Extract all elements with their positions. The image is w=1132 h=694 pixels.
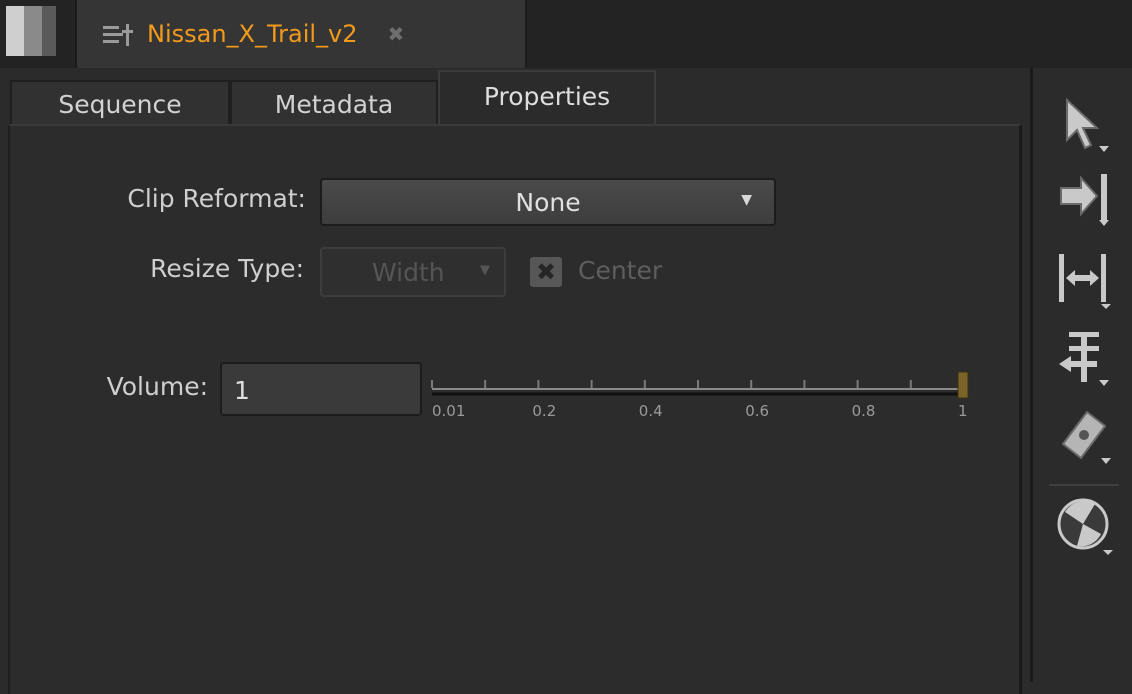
property-tabs: Sequence Metadata Properties <box>0 68 1030 126</box>
clip-reformat-dropdown[interactable]: None ▼ <box>320 178 776 226</box>
chevron-down-icon: ▼ <box>480 263 490 278</box>
close-icon[interactable]: ✖ <box>388 22 405 46</box>
razor-icon[interactable] <box>1053 404 1115 466</box>
slider-tick-labels: 0.01 0.2 0.4 0.6 0.8 1 <box>432 402 968 420</box>
select-arrow-icon[interactable] <box>1053 94 1115 156</box>
chevron-down-icon: ▼ <box>741 192 752 208</box>
slider-tick-label: 0.8 <box>852 402 876 420</box>
slider-tick-label: 0.01 <box>432 402 465 420</box>
slider-tick-label: 0.2 <box>532 402 556 420</box>
center-label: Center <box>578 256 663 285</box>
toolbar-separator <box>1049 484 1119 486</box>
document-tab[interactable]: Nissan_X_Trail_v2 ✖ <box>75 0 527 68</box>
tab-properties[interactable]: Properties <box>438 70 656 126</box>
center-checkbox[interactable]: ✖ <box>530 257 562 287</box>
resize-type-label: Resize Type: <box>150 254 304 283</box>
slip-icon[interactable] <box>1053 248 1115 310</box>
slider-tick-label: 1 <box>958 402 968 420</box>
slider-tick-label: 0.4 <box>639 402 663 420</box>
slider-tick-label: 0.6 <box>745 402 769 420</box>
tab-metadata[interactable]: Metadata <box>230 80 438 126</box>
track-select-icon[interactable] <box>1053 166 1115 228</box>
tab-sequence[interactable]: Sequence <box>10 80 230 126</box>
document-tab-title: Nissan_X_Trail_v2 <box>147 20 358 48</box>
slider-handle[interactable] <box>957 371 969 399</box>
resize-type-value: Width <box>372 257 445 287</box>
volume-input[interactable]: 1 <box>220 362 422 416</box>
clip-reformat-value: None <box>515 187 581 217</box>
volume-label: Volume: <box>106 372 208 401</box>
transform-icon[interactable] <box>1053 494 1115 556</box>
resize-type-dropdown[interactable]: Width ▼ <box>320 247 506 297</box>
sequence-icon <box>103 24 133 46</box>
tool-bar <box>1030 68 1132 682</box>
volume-slider[interactable]: 0.01 0.2 0.4 0.6 0.8 1 <box>428 360 976 422</box>
slider-ticks <box>431 380 965 388</box>
clip-reformat-label: Clip Reformat: <box>127 184 306 213</box>
slide-icon[interactable] <box>1053 326 1115 388</box>
panel-menu-icon[interactable] <box>6 6 56 56</box>
